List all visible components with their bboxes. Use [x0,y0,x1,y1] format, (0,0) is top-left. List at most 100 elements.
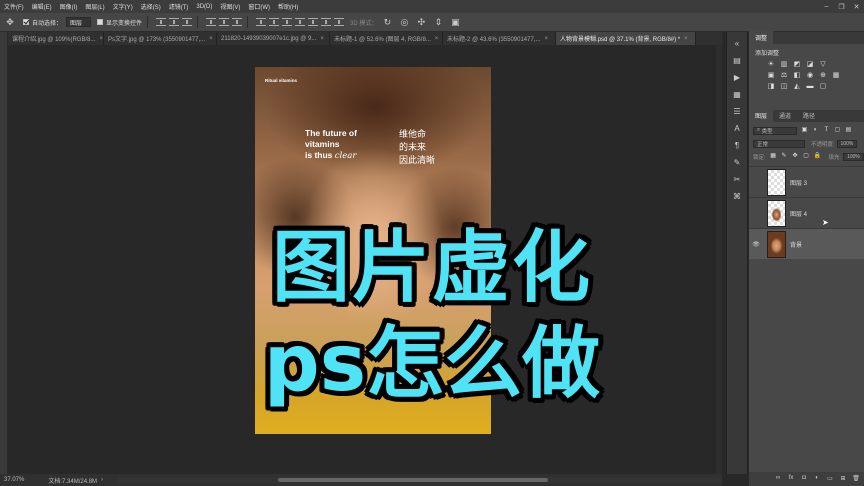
trash-icon[interactable]: 🗑 [851,475,861,483]
scrollbar-thumb[interactable] [278,478,548,482]
menu-select[interactable]: 选择(S) [137,2,165,11]
adjust-filter-icon[interactable]: ◐ [812,127,819,134]
close-icon[interactable]: × [684,36,688,42]
tool-presets-icon[interactable]: ✂ [731,174,743,185]
threshold-icon[interactable]: ◭ [793,83,801,90]
channel-mixer-icon[interactable]: ⊕ [819,72,827,79]
tab-adjustments[interactable]: 调整 [749,31,774,44]
lock-image-icon[interactable]: ✎ [781,153,788,160]
layer-name[interactable]: 背景 [790,240,802,249]
lock-all-icon[interactable]: 🔒 [814,153,821,160]
auto-select-dropdown[interactable]: 图层 [66,17,92,27]
properties-icon[interactable]: ☰ [731,106,743,117]
align-hcenter-icon[interactable] [219,18,230,26]
fill-field[interactable]: 100% [843,152,864,161]
3d-pan-icon[interactable]: ✣ [414,16,428,28]
hue-saturation-icon[interactable]: ▣ [767,72,775,79]
exposure-icon[interactable]: ◪ [806,61,814,68]
menu-view[interactable]: 视图(V) [216,2,244,11]
tab-channels[interactable]: 通道 [773,109,797,122]
blend-mode-dropdown[interactable]: 正常 [753,139,805,148]
link-icon[interactable]: ∞ [773,475,783,483]
layer-name[interactable]: 图层 3 [790,178,807,187]
menu-type[interactable]: 文字(Y) [109,2,137,11]
new-layer-icon[interactable]: ⊞ [838,475,848,483]
3d-slide-icon[interactable]: ⇕ [431,16,445,28]
auto-align-icon[interactable] [334,18,345,26]
menu-filter[interactable]: 滤镜(T) [165,2,193,11]
eye-icon[interactable]: 👁 [749,241,763,248]
close-icon[interactable]: × [544,36,548,42]
pixel-filter-icon[interactable]: ▣ [801,127,808,134]
menu-file[interactable]: 文件(F) [0,2,28,11]
fx-icon[interactable]: fx [786,475,796,483]
selective-color-icon[interactable]: ▢ [819,83,827,90]
distribute-right-icon[interactable] [321,18,332,26]
chevron-right-icon[interactable]: › [101,477,103,483]
close-icon[interactable]: × [320,36,324,42]
play-icon[interactable]: ▶ [731,72,743,83]
brightness-icon[interactable]: ☀ [767,61,775,68]
history-icon[interactable]: ▤ [731,55,743,66]
lock-pixels-icon[interactable]: ▦ [770,153,777,160]
vibrance-icon[interactable]: ▽ [819,61,827,68]
close-icon[interactable]: × [435,36,439,42]
tab-document[interactable]: 未标题-1 @ 52.6% (图层 4, RGB/8... × [330,32,443,45]
adjustment-layer-icon[interactable]: ◐ [812,475,822,483]
layer-row[interactable]: 图层 4 [749,197,864,228]
move-tool-icon[interactable]: ✥ [3,16,17,28]
align-bottom-icon[interactable] [182,18,193,26]
kind-filter-dropdown[interactable]: ⌕ 类型 [753,126,797,135]
tab-paths[interactable]: 路径 [797,109,821,122]
black-white-icon[interactable]: ◧ [793,72,801,79]
type-filter-icon[interactable]: T [823,127,830,134]
distribute-bottom-icon[interactable] [282,18,293,26]
distribute-hcenter-icon[interactable] [308,18,319,26]
paragraph-icon[interactable]: ¶ [731,140,743,151]
lock-position-icon[interactable]: ✥ [792,153,799,160]
show-transform-checkbox[interactable] [97,19,104,25]
layer-name[interactable]: 图层 4 [790,209,807,218]
smart-filter-icon[interactable]: ▤ [845,127,852,134]
menu-window[interactable]: 窗口(W) [244,2,274,11]
invert-icon[interactable]: ◨ [767,83,775,90]
color-balance-icon[interactable]: ⚖ [780,72,788,79]
tab-document[interactable]: Ps文字.jpg @ 173% (3550901477,... × [104,32,217,45]
zoom-level[interactable]: 37.07% [4,477,24,483]
3d-roll-icon[interactable]: ◎ [397,16,411,28]
auto-select-checkbox[interactable] [23,19,29,25]
curves-icon[interactable]: ◩ [793,61,801,68]
layer-row[interactable]: 图层 3 [749,166,864,197]
lock-artboard-icon[interactable]: ▢ [803,153,810,160]
mask-icon[interactable]: ◘ [799,475,809,483]
close-icon[interactable]: × [99,36,103,42]
tab-document-active[interactable]: 人物背景模糊.psd @ 37.1% (背景, RGB/8#) * × [556,32,696,45]
brush-settings-icon[interactable]: ✎ [731,157,743,168]
levels-icon[interactable]: ▥ [780,61,788,68]
align-right-icon[interactable] [232,18,243,26]
clone-source-icon[interactable]: ⌘ [731,191,743,202]
minimize-icon[interactable]: – [819,0,834,13]
menu-layer[interactable]: 图层(L) [81,2,108,11]
vertical-scrollbar[interactable] [716,45,722,474]
tab-layers[interactable]: 图层 [749,109,774,122]
tab-document[interactable]: 课程介绍.jpg @ 109%(RGB/8... × [8,32,104,45]
menu-help[interactable]: 帮助(H) [274,2,302,11]
align-vcenter-icon[interactable] [169,18,180,26]
posterize-icon[interactable]: ◫ [780,83,788,90]
maximize-icon[interactable]: ❐ [834,0,849,13]
group-icon[interactable]: ▭ [825,475,835,483]
tab-document[interactable]: 211820-14939039007e1c.jpg @ 9... × [217,32,330,45]
color-lookup-icon[interactable]: ▦ [832,72,840,79]
gradient-map-icon[interactable]: ▬ [806,83,814,90]
align-top-icon[interactable] [156,18,167,26]
shape-filter-icon[interactable]: ▢ [834,127,841,134]
photo-filter-icon[interactable]: ◉ [806,72,814,79]
layer-row-selected[interactable]: 👁 背景 [749,228,864,259]
menu-image[interactable]: 图像(I) [56,2,82,11]
distribute-left-icon[interactable] [295,18,306,26]
horizontal-scrollbar[interactable] [118,477,722,483]
align-left-icon[interactable] [206,18,217,26]
menu-3d[interactable]: 3D(D) [192,4,216,10]
tab-document[interactable]: 未标题-2 @ 43.6% (3550901477,... × [443,32,556,45]
